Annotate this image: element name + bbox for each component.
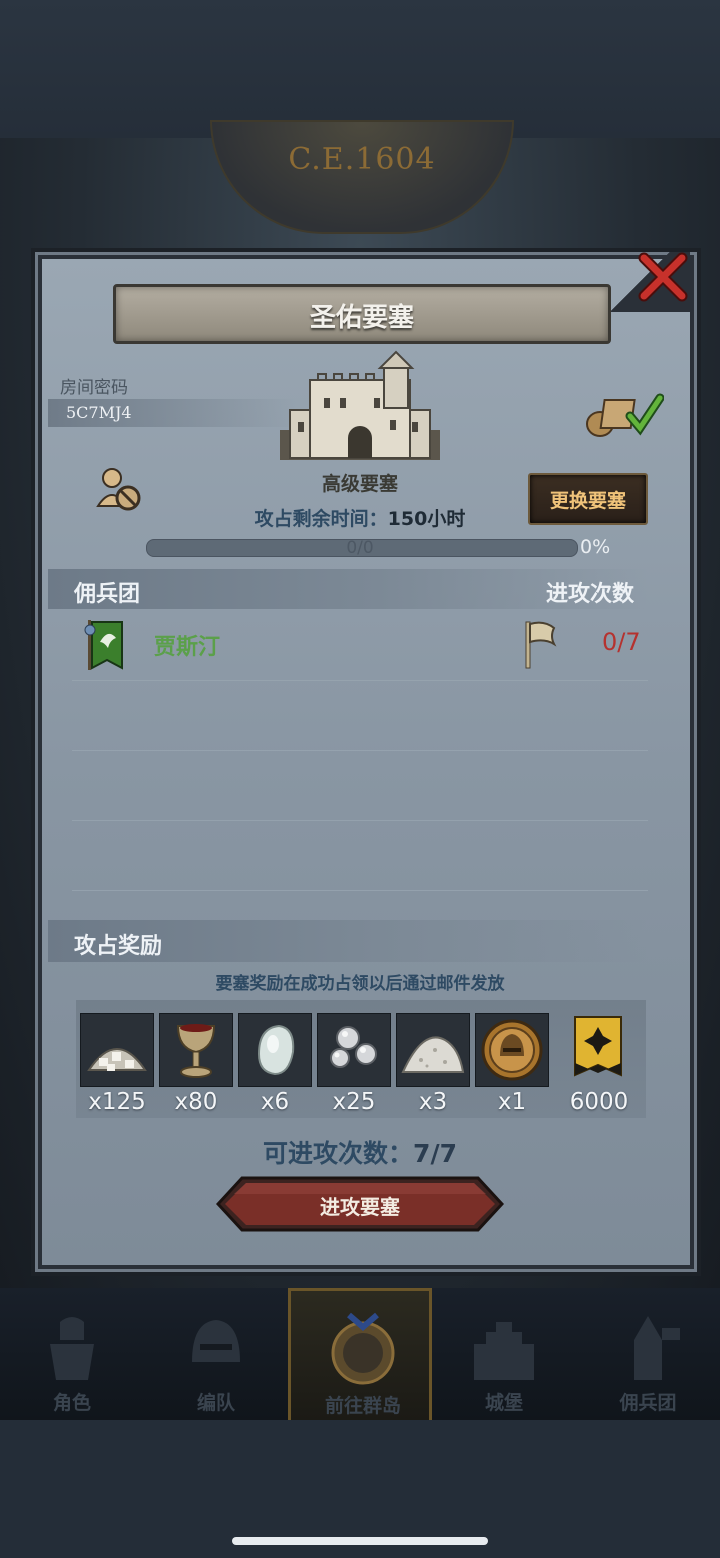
reward-item[interactable]: x80 (159, 1013, 233, 1117)
silver-pearls-icon (317, 1013, 391, 1087)
reward-item[interactable]: 6000 (562, 1013, 636, 1117)
capture-progress-percent: 0% (580, 536, 611, 558)
row-divider (72, 680, 648, 681)
status-bar-area (0, 0, 720, 138)
nav-item-islands[interactable]: 前往群岛 (288, 1288, 432, 1420)
attack-fortress-label: 进攻要塞 (320, 1195, 400, 1219)
mercenary-name: 贾斯汀 (154, 635, 221, 660)
reward-qty: x1 (497, 1089, 527, 1115)
room-code-label: 房间密码 (60, 378, 128, 398)
compass-icon (331, 1312, 395, 1385)
knight-icon (50, 1317, 94, 1380)
reward-item[interactable]: x1 (475, 1013, 549, 1117)
attempts-left-value: 7/7 (413, 1139, 457, 1168)
nav-item-formation[interactable]: 编队 (144, 1288, 288, 1420)
change-fortress-button[interactable]: 更换要塞 (528, 473, 648, 525)
close-icon (638, 252, 688, 302)
nav-label: 编队 (196, 1392, 235, 1414)
reward-header: 攻占奖励 (74, 934, 163, 959)
fortress-image (280, 350, 440, 465)
attack-fortress-button[interactable]: 进攻要塞 (216, 1176, 504, 1232)
home-indicator[interactable] (232, 1537, 488, 1545)
time-remaining-label: 攻占剩余时间： (254, 508, 388, 530)
bottom-nav: 角色 编队 前往群岛 城堡 佣兵团 (0, 1288, 720, 1420)
goblet-icon (159, 1013, 233, 1087)
mercenary-attempts: 0/7 (602, 628, 641, 656)
row-divider (72, 750, 648, 751)
modal-title: 圣佑要塞 (309, 303, 414, 333)
nav-label: 角色 (52, 1392, 91, 1414)
castle-icon (474, 1322, 534, 1380)
reward-item[interactable]: x125 (80, 1013, 154, 1117)
reward-item[interactable]: x3 (396, 1013, 470, 1117)
attack-flag-icon (520, 618, 560, 670)
nav-label: 前往群岛 (324, 1395, 401, 1417)
row-divider (72, 820, 648, 821)
attack-count-header: 进攻次数 (546, 582, 635, 607)
capture-progress-count: 0/0 (346, 538, 374, 558)
nav-item-character[interactable]: 角色 (0, 1288, 144, 1420)
fortress-grade: 高级要塞 (321, 473, 398, 495)
reward-qty: 6000 (569, 1089, 629, 1115)
helmet-icon (192, 1320, 240, 1362)
era-label: C.E.1604 (288, 142, 436, 177)
title-banner: 圣佑要塞 (113, 284, 611, 344)
time-remaining: 攻占剩余时间：150小时 (180, 504, 540, 531)
ore-pile-icon (80, 1013, 154, 1087)
no-player-icon[interactable] (96, 466, 144, 512)
nav-label: 城堡 (484, 1392, 523, 1414)
room-code-value: 5C7MJ4 (66, 403, 132, 422)
moonstone-icon (238, 1013, 312, 1087)
reward-item[interactable]: x25 (317, 1013, 391, 1117)
mercenary-row[interactable]: 贾斯汀 0/7 (72, 612, 648, 678)
mercenary-header: 佣兵团 (74, 582, 141, 607)
close-button[interactable] (638, 252, 688, 304)
tower-icon (634, 1316, 680, 1380)
nav-item-castle[interactable]: 城堡 (432, 1288, 576, 1420)
change-fortress-label: 更换要塞 (549, 490, 626, 512)
banner-emblem-icon (573, 1015, 623, 1085)
guild-banner-icon (84, 618, 128, 672)
reward-note: 要塞奖励在成功占领以后通过邮件发放 (215, 974, 505, 994)
attempts-left-label: 可进攻次数： (263, 1139, 414, 1168)
row-divider (72, 890, 648, 891)
attempts-left: 可进攻次数：7/7 (200, 1134, 520, 1170)
helmet-medal-icon (475, 1013, 549, 1087)
salt-pile-icon (396, 1013, 470, 1087)
nav-label: 佣兵团 (619, 1392, 677, 1414)
nav-item-mercenary[interactable]: 佣兵团 (576, 1288, 720, 1420)
supplies-check-icon[interactable] (584, 390, 665, 438)
time-remaining-value: 150小时 (387, 508, 466, 530)
reward-item[interactable]: x6 (238, 1013, 312, 1117)
